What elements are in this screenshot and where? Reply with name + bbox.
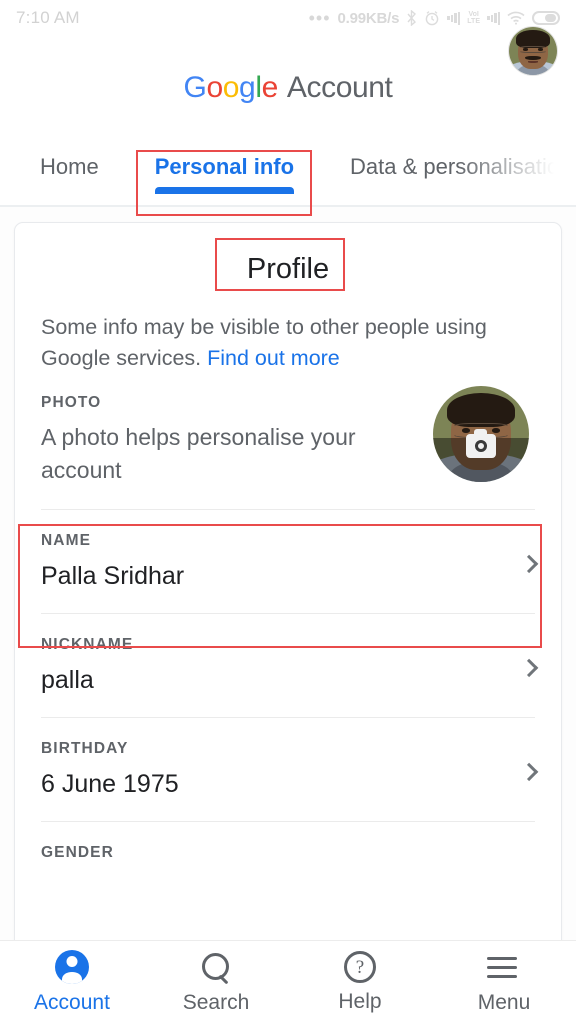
row-gender-label: GENDER: [41, 844, 114, 861]
nav-item-help[interactable]: ? Help: [288, 951, 432, 1014]
hamburger-menu-icon: [487, 950, 521, 984]
signal-bars-icon-2: [487, 11, 500, 25]
volte-icon: VoI LTE: [467, 11, 480, 25]
app-header: Google Account: [0, 36, 576, 140]
tab-bar: Home Personal info Data & personalisatio…: [0, 140, 576, 206]
status-bar: 7:10 AM ••• 0.99KB/s VoI LTE: [0, 0, 576, 36]
find-out-more-link[interactable]: Find out more: [207, 346, 340, 370]
row-birthday-value: 6 June 1975: [41, 770, 179, 798]
header-title: Account: [286, 71, 393, 104]
logo-letter-g: G: [183, 71, 207, 104]
tab-personal-info-label: Personal info: [154, 154, 295, 179]
google-account-logo: Google Account: [184, 71, 393, 105]
signal-bars-icon: [447, 11, 461, 25]
logo-letter-g2: g: [239, 71, 256, 104]
logo-letter-o2: o: [222, 71, 240, 104]
row-nickname[interactable]: NICKNAME palla: [41, 613, 539, 717]
bluetooth-icon: [406, 10, 417, 26]
nav-item-help-label: Help: [338, 990, 382, 1013]
row-gender[interactable]: GENDER: [41, 821, 535, 882]
avatar-photo: [509, 27, 557, 75]
help-circle-icon: ?: [344, 951, 376, 983]
battery-icon: [532, 11, 560, 25]
row-nickname-label: NICKNAME: [41, 636, 134, 653]
nav-item-menu[interactable]: Menu: [432, 950, 576, 1015]
tab-data-personalisation[interactable]: Data & personalisation: [350, 140, 571, 180]
row-birthday[interactable]: BIRTHDAY 6 June 1975: [41, 717, 539, 821]
tab-home[interactable]: Home: [40, 140, 99, 180]
row-name-value: Palla Sridhar: [41, 562, 185, 590]
alarm-icon: [424, 10, 440, 26]
profile-description: Some info may be visible to other people…: [41, 312, 535, 374]
row-photo-subtext: A photo helps personalise your account: [41, 424, 356, 483]
ellipsis-icon: •••: [308, 8, 331, 28]
network-speed-text: 0.99KB/s: [337, 9, 400, 27]
row-name-label: NAME: [41, 532, 92, 549]
row-birthday-label: BIRTHDAY: [41, 740, 129, 757]
google-account-personal-info-screen: 7:10 AM ••• 0.99KB/s VoI LTE Google Acco…: [0, 0, 576, 1024]
person-circle-icon: [55, 950, 89, 984]
logo-letter-e: e: [261, 71, 279, 104]
nav-item-search-label: Search: [182, 991, 250, 1014]
logo-letter-o1: o: [206, 71, 223, 104]
row-nickname-value: palla: [41, 666, 94, 694]
nav-item-account[interactable]: Account: [0, 950, 144, 1015]
status-icons: ••• 0.99KB/s VoI LTE: [308, 8, 560, 28]
nav-item-search[interactable]: Search: [144, 950, 288, 1015]
nav-item-account-label: Account: [34, 991, 110, 1014]
row-name[interactable]: NAME Palla Sridhar: [41, 509, 539, 613]
row-photo[interactable]: PHOTO A photo helps personalise your acc…: [41, 374, 535, 509]
profile-photo-avatar[interactable]: [433, 386, 529, 482]
page-title: Profile: [246, 253, 330, 285]
wifi-icon: [507, 11, 525, 25]
status-time: 7:10 AM: [16, 8, 80, 27]
active-tab-indicator: [154, 187, 295, 194]
profile-card: Profile Some info may be visible to othe…: [14, 222, 562, 982]
nav-item-menu-label: Menu: [477, 991, 531, 1014]
header-account-avatar[interactable]: [508, 26, 558, 76]
camera-icon[interactable]: [466, 428, 496, 458]
search-icon: [199, 950, 233, 984]
tab-personal-info[interactable]: Personal info: [154, 140, 295, 194]
bottom-navigation-bar: Account Search ? Help Menu: [0, 940, 576, 1024]
